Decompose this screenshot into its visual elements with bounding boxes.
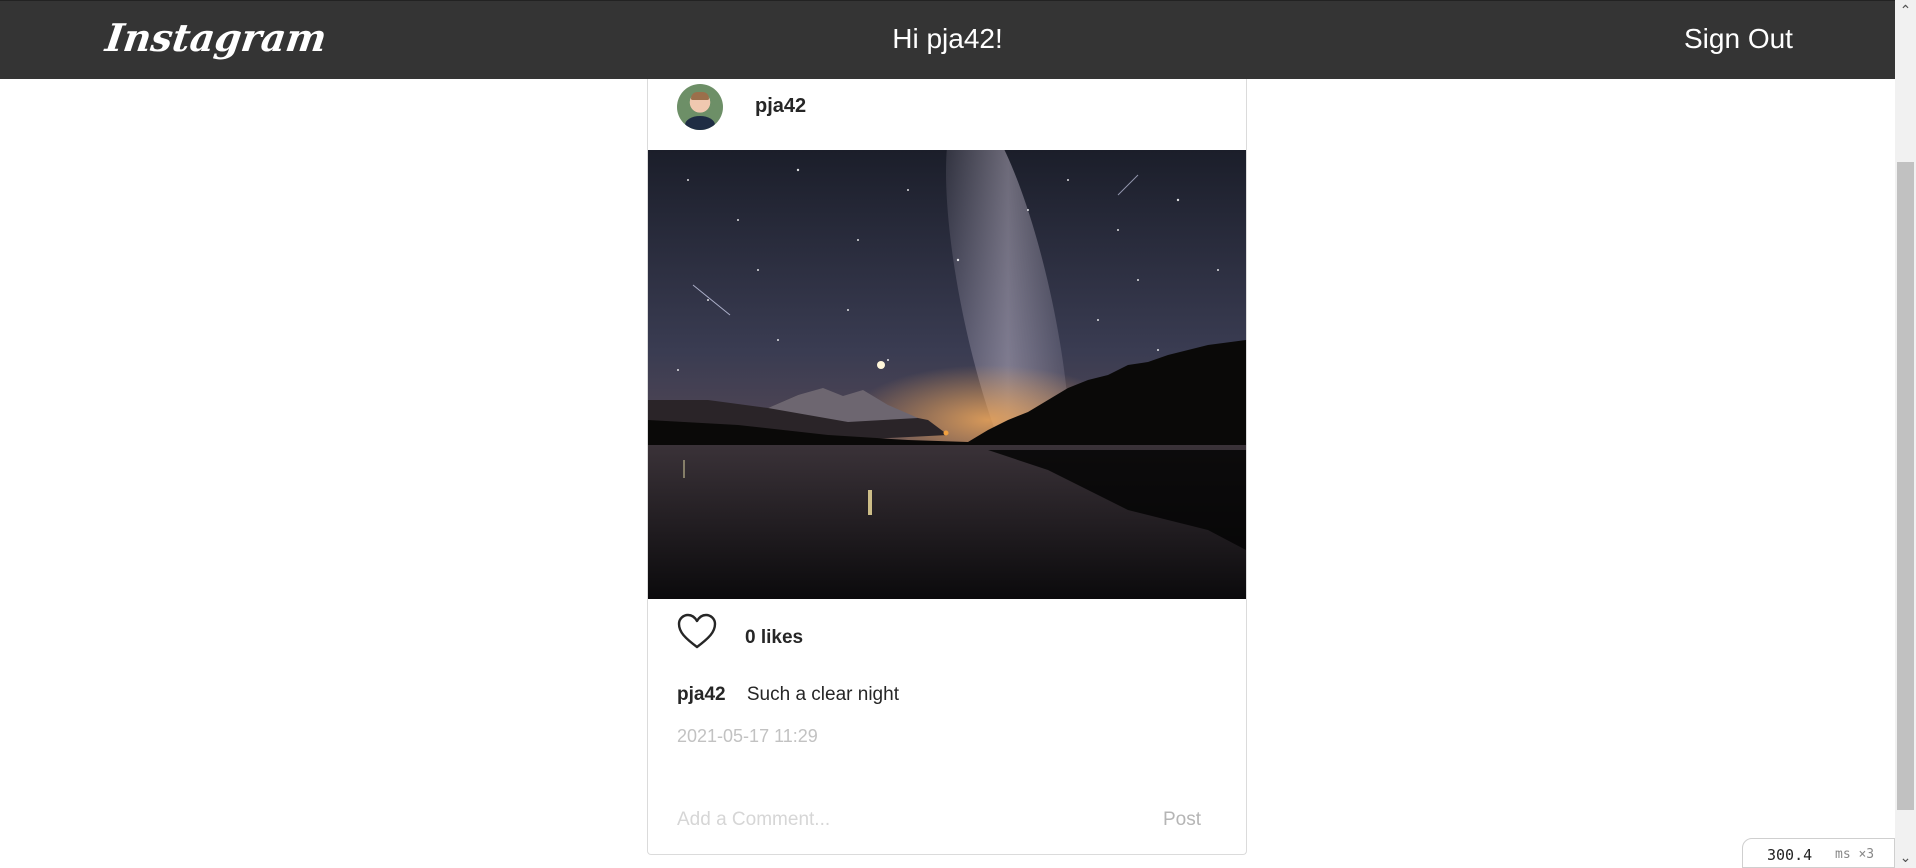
post-author-username[interactable]: pja42	[755, 95, 806, 118]
post-timestamp: 2021-05-17 11:29	[677, 726, 818, 746]
perf-value: 300.4	[1767, 846, 1813, 864]
avatar-hair	[691, 92, 709, 100]
chevron-up-icon[interactable]: ⌃	[1895, 0, 1916, 21]
top-navbar: Instagram Hi pja42! Sign Out	[0, 0, 1895, 79]
greeting-text: Hi pja42!	[892, 23, 1003, 54]
avatar-shirt	[685, 116, 715, 130]
night-sky-photo	[648, 150, 1246, 599]
comment-form: Post	[648, 791, 1246, 851]
post-header: pja42	[648, 79, 1246, 150]
post-card: pja42 0 likes pja42 Such a clear night 2…	[647, 79, 1247, 855]
perf-overlay: 300.4 ms ×3	[1742, 838, 1895, 868]
post-image[interactable]	[648, 150, 1246, 599]
scrollbar-thumb[interactable]	[1897, 162, 1914, 810]
caption-text: Such a clear night	[746, 684, 899, 705]
post-caption: pja42 Such a clear night	[677, 684, 899, 706]
page-scrollbar[interactable]: ⌃ ⌄	[1895, 0, 1916, 868]
heart-icon[interactable]	[677, 613, 717, 651]
likes-count: 0 likes	[745, 627, 804, 648]
comment-input[interactable]	[677, 805, 1127, 835]
post-comment-button[interactable]: Post	[1163, 809, 1201, 831]
chevron-down-icon[interactable]: ⌄	[1895, 847, 1916, 868]
avatar[interactable]	[677, 84, 723, 130]
sign-out-button[interactable]: Sign Out	[1684, 23, 1793, 55]
perf-unit: ms ×3	[1835, 847, 1875, 862]
post-actions: 0 likes	[648, 609, 1246, 659]
caption-username[interactable]: pja42	[677, 684, 726, 705]
